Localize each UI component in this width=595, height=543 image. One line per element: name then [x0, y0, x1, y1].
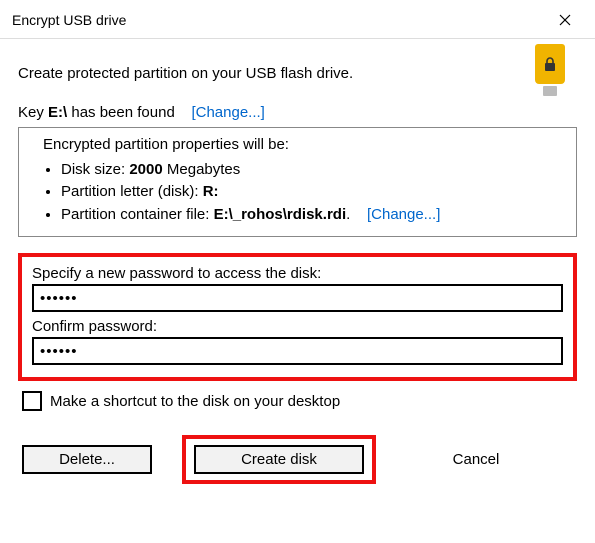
titlebar: Encrypt USB drive: [0, 0, 595, 39]
key-prefix: Key: [18, 104, 48, 121]
cancel-button[interactable]: Cancel: [406, 447, 546, 472]
props-heading: Encrypted partition properties will be:: [43, 134, 568, 157]
lock-icon: [543, 56, 557, 72]
key-drive: E:\: [48, 104, 67, 121]
create-button-highlight: Create disk: [182, 435, 376, 484]
button-row: Delete... Create disk Cancel: [18, 435, 577, 484]
partition-properties-box: Encrypted partition properties will be: …: [18, 127, 577, 237]
delete-button[interactable]: Delete...: [22, 445, 152, 474]
change-container-link[interactable]: Change...: [371, 206, 436, 223]
confirm-password-label: Confirm password:: [32, 318, 563, 335]
usb-lock-icon: [533, 45, 567, 101]
prop-disk-size: Disk size: 2000 Megabytes: [61, 159, 568, 182]
shortcut-checkbox[interactable]: [22, 391, 42, 411]
key-found-line: Key E:\ has been found [Change...]: [18, 104, 577, 121]
password-section: Specify a new password to access the dis…: [18, 253, 577, 381]
new-password-input[interactable]: [32, 284, 563, 312]
close-button[interactable]: [545, 6, 585, 34]
key-suffix: has been found: [67, 104, 175, 121]
prop-container-file: Partition container file: E:\_rohos\rdis…: [61, 204, 568, 227]
new-password-label: Specify a new password to access the dis…: [32, 265, 563, 282]
confirm-password-input[interactable]: [32, 337, 563, 365]
shortcut-row: Make a shortcut to the disk on your desk…: [22, 391, 577, 411]
create-disk-button[interactable]: Create disk: [194, 445, 364, 474]
change-key-link[interactable]: Change...: [196, 104, 261, 121]
shortcut-label: Make a shortcut to the disk on your desk…: [50, 393, 340, 410]
prop-partition-letter: Partition letter (disk): R:: [61, 181, 568, 204]
close-icon: [559, 14, 571, 26]
window-title: Encrypt USB drive: [12, 12, 126, 28]
dialog-content: Create protected partition on your USB f…: [0, 39, 595, 502]
subtitle-text: Create protected partition on your USB f…: [18, 65, 577, 82]
